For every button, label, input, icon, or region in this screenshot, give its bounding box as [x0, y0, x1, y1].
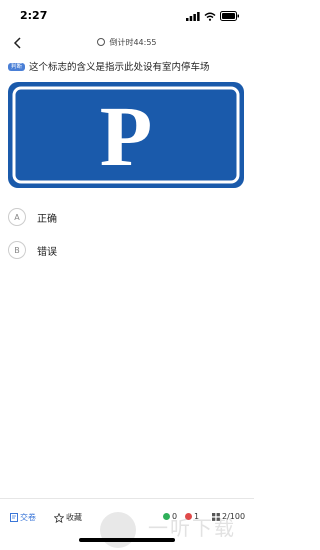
wifi-icon	[204, 6, 216, 25]
status-icons	[186, 10, 240, 21]
option-a-text: 正确	[37, 213, 57, 225]
favorite-button[interactable]: 收藏	[54, 512, 82, 523]
star-icon	[54, 512, 64, 523]
option-a-letter: A	[8, 208, 26, 226]
submit-button[interactable]: 交卷	[10, 512, 36, 523]
submit-icon	[10, 513, 18, 522]
status-bar: 2:27	[0, 0, 254, 30]
option-b-text: 错误	[37, 246, 57, 258]
nav-bar: 倒计时44:55	[0, 32, 254, 56]
status-time: 2:27	[20, 9, 48, 22]
sign-letter: P	[100, 88, 153, 184]
option-b[interactable]: B 错误	[8, 240, 57, 260]
submit-label: 交卷	[20, 513, 36, 522]
option-b-letter: B	[8, 241, 26, 259]
clock-icon	[97, 38, 106, 46]
countdown-timer: 倒计时44:55	[0, 37, 254, 48]
question-text-block: 判断 这个标志的含义是指示此处设有室内停车场	[8, 61, 252, 74]
home-indicator[interactable]	[79, 538, 175, 542]
question-text: 这个标志的含义是指示此处设有室内停车场	[29, 62, 210, 73]
favorite-label: 收藏	[66, 513, 82, 522]
question-type-badge: 判断	[8, 63, 26, 71]
battery-icon	[220, 6, 240, 25]
parking-sign-image: P	[8, 82, 244, 188]
option-a[interactable]: A 正确	[8, 207, 57, 227]
signal-icon	[186, 6, 200, 25]
timer-text: 倒计时44:55	[109, 38, 157, 47]
watermark-logo-icon	[100, 512, 136, 548]
watermark-text: 一听下载	[148, 516, 236, 540]
